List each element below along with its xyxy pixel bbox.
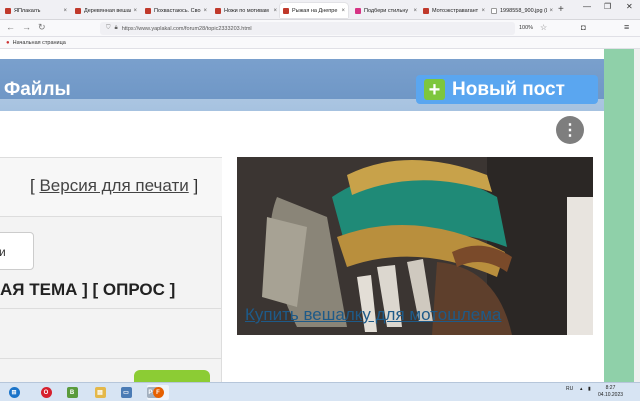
start-button[interactable]: ⊞ xyxy=(3,385,25,400)
firefox-icon: F xyxy=(152,387,164,398)
url-bar[interactable]: ⛉ 🔒︎ https://www.yaplakal.com/forum28/to… xyxy=(100,22,515,35)
close-icon[interactable]: ✕ xyxy=(626,2,633,11)
print-version-text[interactable]: Версия для печати xyxy=(39,176,188,195)
taskbar-monitor[interactable]: ▭ xyxy=(115,385,137,400)
tab-style[interactable]: Подбери стильну × xyxy=(352,3,420,18)
shield-icon[interactable]: ⛉ xyxy=(106,25,111,32)
partial-button[interactable]: и xyxy=(0,232,34,270)
bookmark-home[interactable]: Начальная страница xyxy=(13,40,66,46)
tab-close-icon[interactable]: × xyxy=(549,8,553,14)
topic-panel: [ Версия для печати ] и АЯ ТЕМА ] [ ОПРО… xyxy=(0,157,222,382)
folder-icon: ▤ xyxy=(94,387,106,398)
tab-strip: ЯПлакалъ × Деревянная вешал × Похвастаюс… xyxy=(0,0,640,20)
tab-label: Похвастаюсь. Сво xyxy=(154,7,201,14)
new-post-label: Новый пост xyxy=(452,78,565,100)
favicon-icon xyxy=(355,7,361,14)
favicon-icon xyxy=(75,7,81,14)
favicon-icon xyxy=(491,7,497,14)
print-version-row: [ Версия для печати ] xyxy=(0,158,222,216)
bluestacks-icon: B xyxy=(66,387,78,398)
tab-label: 1998558_900.jpg (Изо xyxy=(500,7,547,14)
divider xyxy=(0,216,222,217)
new-post-button[interactable]: + Новый пост xyxy=(416,75,598,104)
green-action-button[interactable] xyxy=(134,370,210,382)
tab-label: Рыжая на Днепре xyxy=(292,7,338,14)
navigation-bar: ← → ↻ ⛉ 🔒︎ https://www.yaplakal.com/foru… xyxy=(0,20,640,37)
menu-icon[interactable]: ≡ xyxy=(624,22,629,32)
divider xyxy=(0,358,222,359)
language-indicator[interactable]: RU xyxy=(566,386,573,392)
network-icon[interactable]: ▮ xyxy=(588,386,591,392)
bookmarks-bar: ● Начальная страница xyxy=(0,37,640,49)
tab-knives[interactable]: Ножи по мотивам × xyxy=(212,3,280,18)
bookmark-star-icon[interactable]: ☆ xyxy=(540,23,547,32)
tab-label: Мотоэкстравагант xyxy=(432,7,479,14)
tab-close-icon[interactable]: × xyxy=(413,8,417,14)
maximize-icon[interactable]: ❐ xyxy=(604,2,611,11)
favicon-icon xyxy=(283,7,289,14)
scrollbar[interactable] xyxy=(634,49,640,382)
tab-label: ЯПлакалъ xyxy=(14,7,41,14)
monitor-icon: ▭ xyxy=(120,387,132,398)
topic-links[interactable]: АЯ ТЕМА ] [ ОПРОС ] xyxy=(0,280,175,300)
tab-close-icon[interactable]: × xyxy=(133,8,137,14)
forum-header: Файлы + Новый пост xyxy=(0,59,604,111)
minimize-icon[interactable]: — xyxy=(583,2,591,11)
taskbar-opera[interactable]: O xyxy=(35,385,57,400)
plus-icon: + xyxy=(424,79,445,100)
tab-dnepr[interactable]: Рыжая на Днепре × xyxy=(280,3,348,18)
url-text[interactable]: https://www.yaplakal.com/forum28/topic23… xyxy=(122,26,252,32)
zoom-level[interactable]: 100% xyxy=(519,25,533,31)
clock-time: 8:27 xyxy=(605,385,616,391)
favicon-icon xyxy=(215,7,221,14)
new-tab-button[interactable]: + xyxy=(558,4,564,15)
tab-boast[interactable]: Похвастаюсь. Сво × xyxy=(142,3,210,18)
tab-label: Деревянная вешал xyxy=(84,7,132,14)
taskbar-firefox[interactable]: F xyxy=(147,385,169,400)
system-clock[interactable]: 8:27 04.10.2023 xyxy=(598,385,623,399)
tab-close-icon[interactable]: × xyxy=(481,8,485,14)
bracket-close: ] xyxy=(193,176,199,195)
partial-button-label: и xyxy=(0,245,6,259)
taskbar-bluestacks[interactable]: B xyxy=(61,385,83,400)
tab-close-icon[interactable]: × xyxy=(341,8,345,14)
favicon-icon xyxy=(423,7,429,14)
taskbar: ⊞ O B ▤ ▭ Ps F RU ▴ ▮ 8:27 04.10.2023 xyxy=(0,382,640,401)
side-decoration xyxy=(604,49,634,382)
bookmark-favicon-icon: ● xyxy=(6,39,10,46)
divider xyxy=(0,308,222,309)
tab-close-icon[interactable]: × xyxy=(63,8,67,14)
forward-icon[interactable]: → xyxy=(22,22,31,32)
tab-moto[interactable]: Мотоэкстравагант × xyxy=(420,3,488,18)
favicon-icon xyxy=(5,7,11,14)
ad-link[interactable]: Купить вешалку для мотошлема xyxy=(245,305,501,325)
lock-icon[interactable]: 🔒︎ xyxy=(115,25,118,32)
tab-close-icon[interactable]: × xyxy=(273,8,277,14)
clock-date: 04.10.2023 xyxy=(598,392,624,398)
tray-arrow-icon[interactable]: ▴ xyxy=(580,386,583,392)
back-icon[interactable]: ← xyxy=(6,22,15,32)
reload-icon[interactable]: ↻ xyxy=(38,22,46,33)
tab-yaplakal[interactable]: ЯПлакалъ × xyxy=(2,3,70,18)
tab-label: Подбери стильну xyxy=(364,7,409,14)
tab-label: Ножи по мотивам xyxy=(224,7,269,14)
windows-icon: ⊞ xyxy=(8,387,20,398)
tab-hanger[interactable]: Деревянная вешал × xyxy=(72,3,140,18)
pocket-icon[interactable]: ◘ xyxy=(581,23,586,32)
ad-menu-icon[interactable]: ⋮ xyxy=(556,116,584,144)
tab-close-icon[interactable]: × xyxy=(203,8,207,14)
bracket-open: [ xyxy=(30,176,35,195)
tab-image[interactable]: 1998558_900.jpg (Изо × xyxy=(488,3,556,18)
favicon-icon xyxy=(145,7,151,14)
print-version-link[interactable]: [ Версия для печати ] xyxy=(30,176,198,196)
opera-icon: O xyxy=(40,387,52,398)
taskbar-explorer[interactable]: ▤ xyxy=(89,385,111,400)
page-title: Файлы xyxy=(4,79,71,100)
